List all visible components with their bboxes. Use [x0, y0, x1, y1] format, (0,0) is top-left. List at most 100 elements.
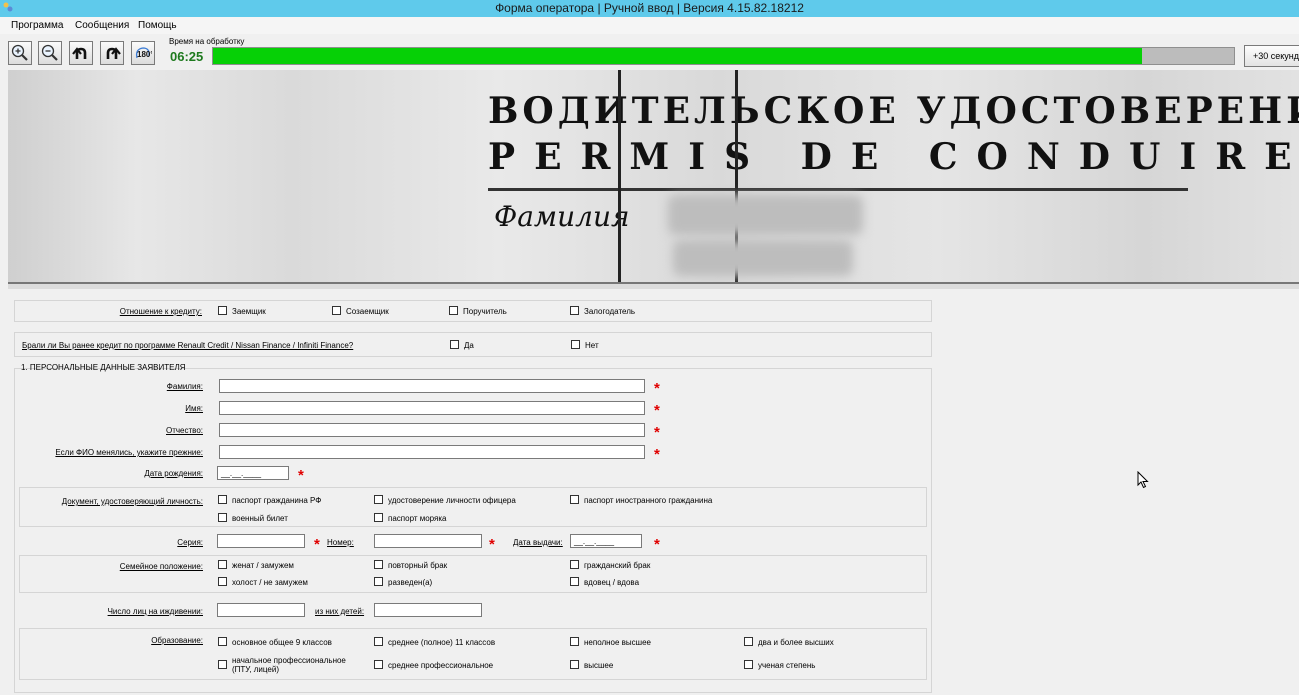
rotate-right-button[interactable]: [100, 41, 124, 65]
document-line-title: ВОДИТЕЛЬСКОЕ УДОСТОВЕРЕНИЕ: [488, 90, 1299, 132]
title-bar: Форма оператора | Ручной ввод | Версия 4…: [0, 0, 1299, 17]
zoom-in-icon: [11, 44, 28, 61]
number-input[interactable]: [374, 534, 482, 548]
id-document-label: Документ, удостоверяющий личность:: [61, 497, 203, 506]
checkbox-passport-rf-label: паспорт гражданина РФ: [232, 496, 322, 505]
checkbox-married[interactable]: [218, 560, 227, 569]
checkbox-officer-id[interactable]: [374, 495, 383, 504]
document-line-permis: PERMIS DE CONDUIRE: [488, 136, 1299, 178]
checkbox-coborrower-label: Созаемщик: [346, 307, 389, 316]
rotate-left-button[interactable]: [69, 41, 93, 65]
checkbox-edu-primary-vocational-label: начальное профессиональное (ПТУ, лицей): [232, 656, 346, 674]
checkbox-foreign-passport[interactable]: [570, 495, 579, 504]
birthdate-label: Дата рождения:: [144, 469, 203, 478]
series-input[interactable]: [217, 534, 305, 548]
checkbox-widowed[interactable]: [570, 577, 579, 586]
checkbox-prev-credit-no[interactable]: [571, 340, 580, 349]
name-label: Имя:: [185, 404, 203, 413]
checkbox-coborrower[interactable]: [332, 306, 341, 315]
issue-date-label: Дата выдачи:: [513, 538, 563, 547]
svg-text:180°: 180°: [137, 50, 152, 59]
rotate-180-button[interactable]: 180°: [131, 41, 155, 65]
menu-messages[interactable]: Сообщения: [75, 20, 129, 31]
add-30-seconds-button[interactable]: +30 секунд: [1244, 45, 1299, 67]
credit-relation-label: Отношение к кредиту:: [119, 307, 202, 316]
name-input[interactable]: [219, 401, 645, 415]
checkbox-edu-secondary11[interactable]: [374, 637, 383, 646]
surname-label: Фамилия:: [166, 382, 203, 391]
checkbox-widowed-label: вдовец / вдова: [584, 578, 640, 587]
checkbox-remarried[interactable]: [374, 560, 383, 569]
checkbox-edu-secondary11-label: среднее (полное) 11 классов: [388, 638, 496, 647]
time-progress-fill: [213, 48, 1143, 64]
issue-date-input[interactable]: __.__.____: [570, 534, 642, 548]
redacted-area: [673, 240, 853, 276]
marital-status-label: Семейное положение:: [119, 562, 203, 571]
children-input[interactable]: [374, 603, 482, 617]
required-mark: *: [298, 467, 304, 484]
document-fold-line: [618, 70, 621, 284]
checkbox-passport-rf[interactable]: [218, 495, 227, 504]
number-label: Номер:: [327, 538, 354, 547]
checkbox-edu-higher[interactable]: [570, 660, 579, 669]
checkbox-pledger-label: Залогодатель: [584, 307, 636, 316]
checkbox-edu-two-higher[interactable]: [744, 637, 753, 646]
patronymic-input[interactable]: [219, 423, 645, 437]
checkbox-married-label: женат / замужем: [232, 561, 294, 570]
id-document-group: [19, 487, 927, 527]
checkbox-guarantor[interactable]: [449, 306, 458, 315]
window-title: Форма оператора | Ручной ввод | Версия 4…: [495, 1, 804, 15]
checkbox-edu-basic9-label: основное общее 9 классов: [232, 638, 332, 647]
time-label: Время на обработку: [169, 37, 245, 46]
checkbox-edu-incomplete-higher-label: неполное высшее: [584, 638, 651, 647]
series-label: Серия:: [177, 538, 203, 547]
checkbox-civil-marriage-label: гражданский брак: [584, 561, 651, 570]
checkbox-edu-basic9[interactable]: [218, 637, 227, 646]
document-rule: [488, 188, 1188, 191]
education-label: Образование:: [151, 636, 203, 645]
timer-value: 06:25: [170, 49, 204, 64]
checkbox-edu-primary-vocational[interactable]: [218, 660, 227, 669]
dependents-input[interactable]: [217, 603, 305, 617]
children-label: из них детей:: [315, 607, 365, 616]
prev-fio-label: Если ФИО менялись, укажите прежние:: [55, 448, 203, 457]
checkbox-edu-degree[interactable]: [744, 660, 753, 669]
checkbox-borrower[interactable]: [218, 306, 227, 315]
checkbox-military-id-label: военный билет: [232, 514, 288, 523]
checkbox-seaman-passport[interactable]: [374, 513, 383, 522]
required-mark: *: [314, 536, 320, 553]
document-line-surname: Фамилия: [494, 200, 630, 233]
section-personal-data-title: 1. ПЕРСОНАЛЬНЫЕ ДАННЫЕ ЗАЯВИТЕЛЯ: [21, 363, 186, 372]
checkbox-pledger[interactable]: [570, 306, 579, 315]
birthdate-input[interactable]: __.__.____: [217, 466, 289, 480]
patronymic-label: Отчество:: [166, 426, 203, 435]
checkbox-officer-id-label: удостоверение личности офицера: [388, 496, 516, 505]
checkbox-edu-secondary-vocational[interactable]: [374, 660, 383, 669]
menu-program[interactable]: Программа: [11, 20, 63, 31]
menu-bar: Программа Сообщения Помощь: [0, 17, 1299, 34]
checkbox-military-id[interactable]: [218, 513, 227, 522]
surname-input[interactable]: [219, 379, 645, 393]
time-progress-bar: [212, 47, 1235, 65]
document-image[interactable]: ВОДИТЕЛЬСКОЕ УДОСТОВЕРЕНИЕ PERMIS DE CON…: [8, 70, 1299, 284]
checkbox-seaman-passport-label: паспорт моряка: [388, 514, 447, 523]
checkbox-divorced[interactable]: [374, 577, 383, 586]
checkbox-single[interactable]: [218, 577, 227, 586]
checkbox-single-label: холост / не замужем: [232, 578, 308, 587]
zoom-out-button[interactable]: [38, 41, 62, 65]
rotate-180-icon: 180°: [135, 47, 152, 59]
required-mark: *: [654, 536, 660, 553]
zoom-in-button[interactable]: [8, 41, 32, 65]
splitter[interactable]: [8, 284, 1299, 289]
required-mark: *: [489, 536, 495, 553]
required-mark: *: [654, 424, 660, 441]
menu-help[interactable]: Помощь: [138, 20, 177, 31]
checkbox-prev-credit-no-label: Нет: [585, 341, 599, 350]
prev-credit-question: Брали ли Вы ранее кредит по программе Re…: [22, 341, 354, 350]
checkbox-edu-secondary-vocational-label: среднее профессиональное: [388, 661, 494, 670]
redacted-area: [668, 195, 863, 235]
checkbox-edu-incomplete-higher[interactable]: [570, 637, 579, 646]
checkbox-civil-marriage[interactable]: [570, 560, 579, 569]
checkbox-prev-credit-yes[interactable]: [450, 340, 459, 349]
prev-fio-input[interactable]: [219, 445, 645, 459]
